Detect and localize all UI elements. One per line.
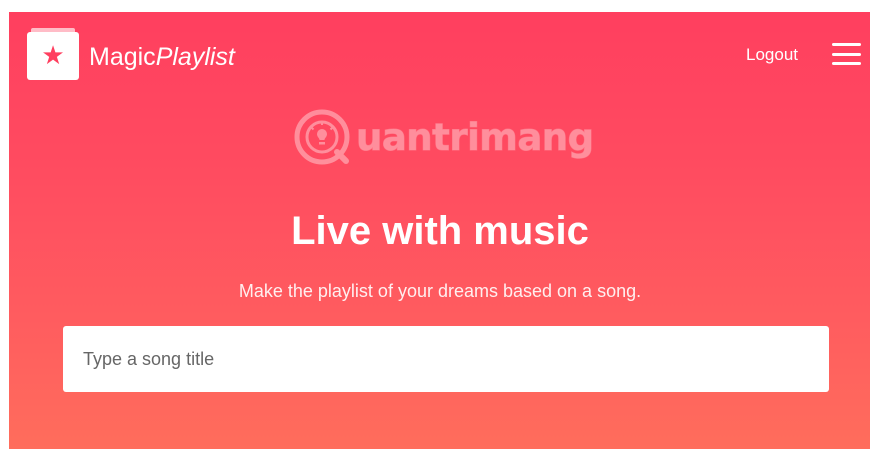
brand-name-italic: Playlist bbox=[155, 43, 235, 71]
watermark-text: uantrimang bbox=[356, 115, 595, 159]
song-search-input[interactable] bbox=[63, 326, 829, 392]
hero-subtitle: Make the playlist of your dreams based o… bbox=[238, 281, 642, 301]
hamburger-line bbox=[832, 52, 861, 56]
logout-link[interactable]: Logout bbox=[746, 45, 798, 65]
hamburger-line bbox=[832, 62, 861, 65]
hamburger-menu-icon[interactable] bbox=[832, 43, 861, 65]
watermark: uantrimang bbox=[292, 107, 595, 167]
lightbulb-icon bbox=[294, 109, 350, 165]
hero-title: Live with music bbox=[291, 209, 589, 253]
logo[interactable]: ★ bbox=[27, 28, 79, 80]
brand-name-regular: Magic bbox=[89, 43, 156, 71]
star-icon: ★ bbox=[41, 41, 65, 71]
app-container: ★ MagicPlaylist Logout uantrimang Live w… bbox=[9, 12, 870, 449]
hamburger-line bbox=[832, 43, 861, 46]
brand-name[interactable]: MagicPlaylist bbox=[89, 42, 235, 72]
